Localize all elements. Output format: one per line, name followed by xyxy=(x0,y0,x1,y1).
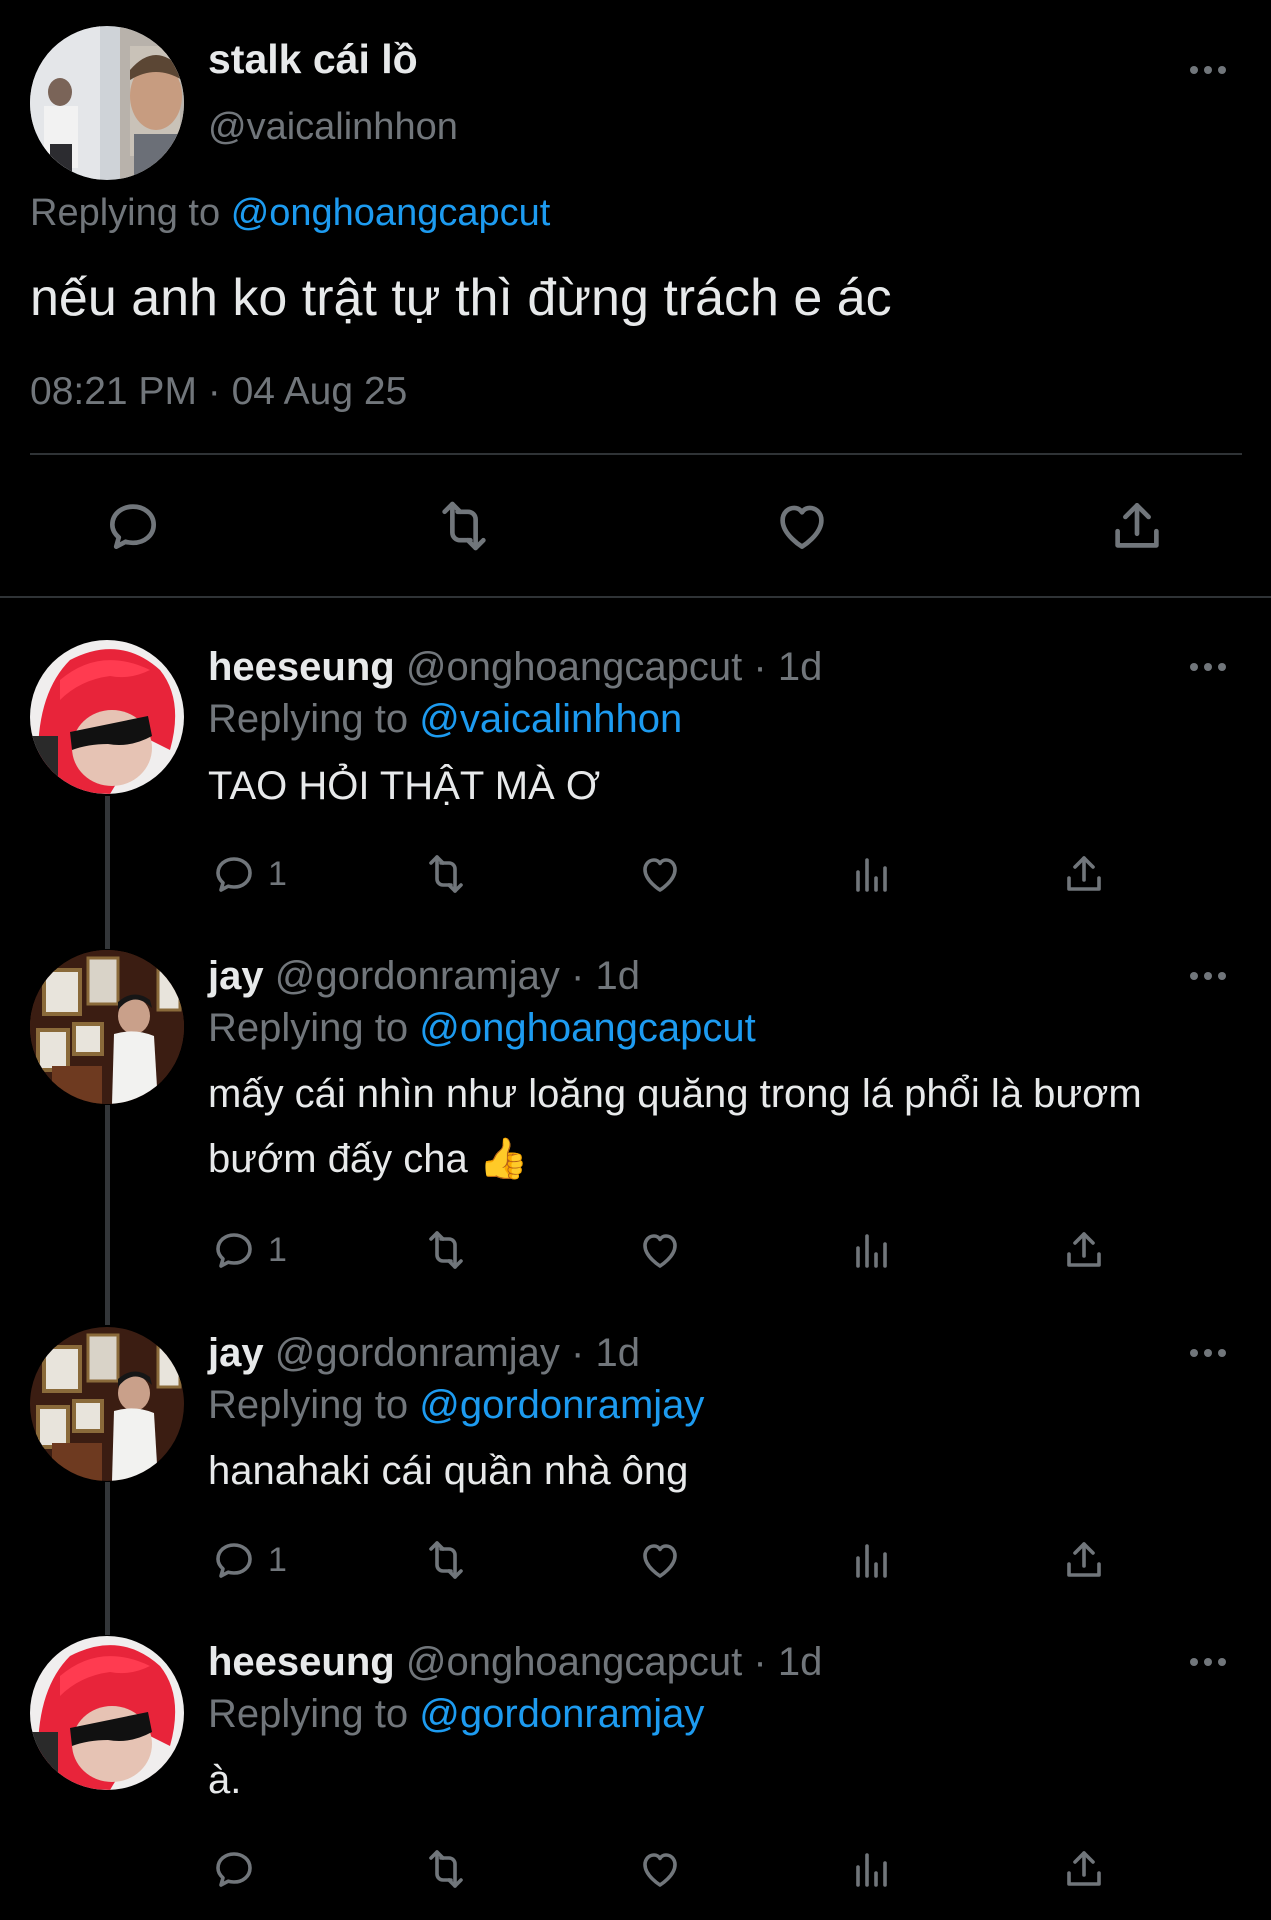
reply-count: 1 xyxy=(268,1541,287,1579)
reply-icon[interactable] xyxy=(102,495,164,557)
avatar[interactable] xyxy=(30,1636,184,1790)
main-tweet-timestamp[interactable]: 08:21 PM · 04 Aug 25 xyxy=(30,370,407,414)
more-options-icon[interactable] xyxy=(1188,657,1228,677)
replying-prefix: Replying to xyxy=(208,1006,409,1050)
like-icon[interactable] xyxy=(771,495,833,557)
reply-text: TAO HỎI THẬT MÀ Ơ xyxy=(208,764,601,808)
replying-to-link[interactable]: @onghoangcapcut xyxy=(419,1006,755,1050)
views-icon[interactable] xyxy=(848,1845,896,1893)
section-divider xyxy=(0,596,1271,598)
thread-line xyxy=(105,1482,110,1635)
main-author-handle[interactable]: @vaicalinhhon xyxy=(208,106,458,149)
reply-replying-to: Replying to @vaicalinhhon xyxy=(208,697,682,742)
like-icon[interactable] xyxy=(636,1226,684,1274)
replying-to-link[interactable]: @onghoangcapcut xyxy=(231,192,551,234)
share-icon[interactable] xyxy=(1106,495,1168,557)
replying-to-link[interactable]: @gordonramjay xyxy=(419,1383,704,1427)
reply-header: heeseung @onghoangcapcut · 1d xyxy=(208,645,822,690)
retweet-icon[interactable] xyxy=(422,850,470,898)
reply-text: mấy cái nhìn như loăng quăng trong lá ph… xyxy=(208,1072,1142,1181)
retweet-icon[interactable] xyxy=(422,1536,470,1584)
replying-prefix: Replying to xyxy=(208,1383,409,1427)
replying-prefix: Replying to xyxy=(208,697,409,741)
like-icon[interactable] xyxy=(636,850,684,898)
reply-replying-to: Replying to @gordonramjay xyxy=(208,1692,704,1737)
more-options-icon[interactable] xyxy=(1188,966,1228,986)
reply-icon[interactable] xyxy=(210,850,258,898)
avatar[interactable] xyxy=(30,1327,184,1481)
replying-prefix: Replying to xyxy=(208,1692,409,1736)
reply-icon[interactable] xyxy=(210,1536,258,1584)
share-icon[interactable] xyxy=(1060,1536,1108,1584)
views-icon[interactable] xyxy=(848,1226,896,1274)
replying-to-link[interactable]: @gordonramjay xyxy=(419,1692,704,1736)
main-author-name[interactable]: stalk cái lồ xyxy=(208,36,418,83)
thread-line xyxy=(105,796,110,949)
reply-author-name[interactable]: jay xyxy=(208,1331,264,1375)
reply-icon[interactable] xyxy=(210,1845,258,1893)
reply-text: hanahaki cái quần nhà ông xyxy=(208,1449,689,1493)
retweet-icon[interactable] xyxy=(422,1845,470,1893)
reply-header: heeseung @onghoangcapcut · 1d xyxy=(208,1640,822,1685)
like-icon[interactable] xyxy=(636,1845,684,1893)
thread-line xyxy=(105,1105,110,1325)
more-options-icon[interactable] xyxy=(1188,1652,1228,1672)
retweet-icon[interactable] xyxy=(422,1226,470,1274)
reply-author-name[interactable]: heeseung xyxy=(208,1640,395,1684)
retweet-icon[interactable] xyxy=(433,495,495,557)
avatar[interactable] xyxy=(30,950,184,1104)
share-icon[interactable] xyxy=(1060,1226,1108,1274)
main-replying-to: Replying to @onghoangcapcut xyxy=(30,192,550,235)
more-options-icon[interactable] xyxy=(1188,60,1228,80)
views-icon[interactable] xyxy=(848,850,896,898)
reply-author-handle[interactable]: @onghoangcapcut · 1d xyxy=(406,645,822,689)
reply-header: jay @gordonramjay · 1d xyxy=(208,954,640,999)
avatar[interactable] xyxy=(30,640,184,794)
more-options-icon[interactable] xyxy=(1188,1343,1228,1363)
reply-text: à. xyxy=(208,1758,242,1802)
reply-replying-to: Replying to @gordonramjay xyxy=(208,1383,704,1428)
reply-icon[interactable] xyxy=(210,1226,258,1274)
replying-prefix: Replying to xyxy=(30,192,221,234)
reply-count: 1 xyxy=(268,1231,287,1269)
reply-author-handle[interactable]: @onghoangcapcut · 1d xyxy=(406,1640,822,1684)
reply-author-handle[interactable]: @gordonramjay · 1d xyxy=(275,1331,640,1375)
reply-author-name[interactable]: heeseung xyxy=(208,645,395,689)
share-icon[interactable] xyxy=(1060,1845,1108,1893)
like-icon[interactable] xyxy=(636,1536,684,1584)
main-tweet-text: nếu anh ko trật tự thì đừng trách e ác xyxy=(30,269,892,327)
reply-header: jay @gordonramjay · 1d xyxy=(208,1331,640,1376)
views-icon[interactable] xyxy=(848,1536,896,1584)
share-icon[interactable] xyxy=(1060,850,1108,898)
reply-replying-to: Replying to @onghoangcapcut xyxy=(208,1006,756,1051)
main-author-avatar[interactable] xyxy=(30,26,184,180)
replying-to-link[interactable]: @vaicalinhhon xyxy=(419,697,682,741)
reply-author-name[interactable]: jay xyxy=(208,954,264,998)
reply-author-handle[interactable]: @gordonramjay · 1d xyxy=(275,954,640,998)
reply-count: 1 xyxy=(268,855,287,893)
divider xyxy=(30,453,1242,455)
